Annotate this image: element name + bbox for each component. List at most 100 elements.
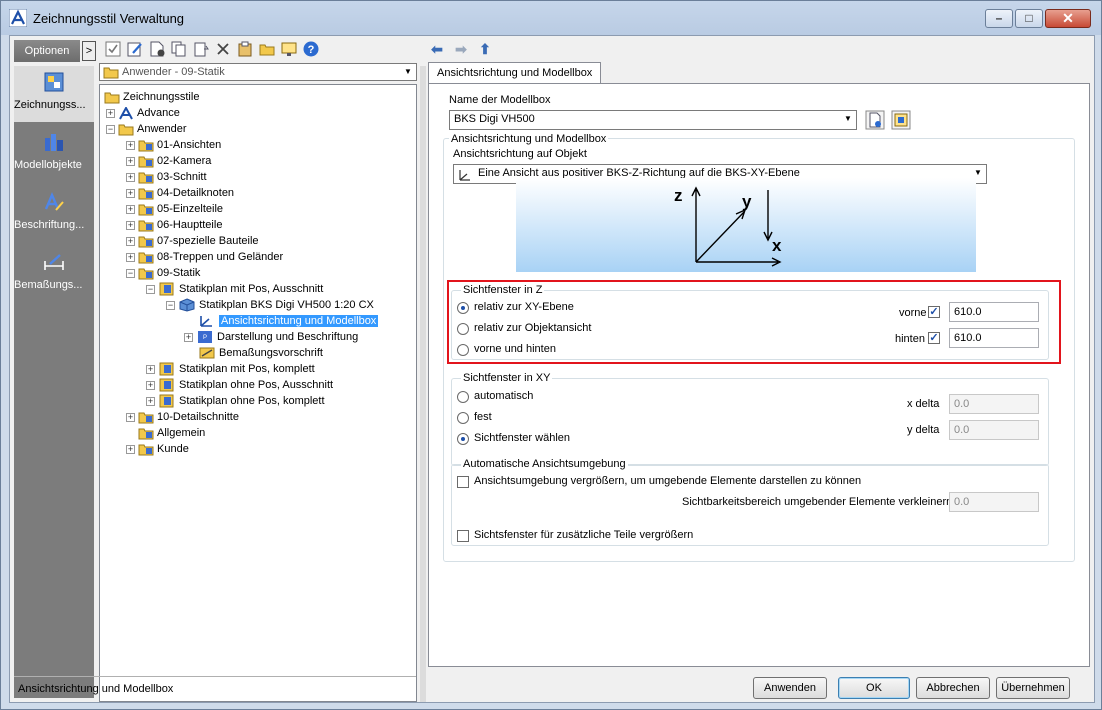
tree-node-style[interactable]: − Statikplan mit Pos, Ausschnitt [146, 281, 323, 297]
style-folder-icon [138, 204, 154, 215]
x-delta-label: x delta [907, 398, 940, 410]
radio-fixed[interactable] [457, 412, 469, 424]
expand-icon[interactable]: + [126, 204, 135, 214]
tree-node-advance[interactable]: + Advance [106, 105, 180, 121]
expand-icon[interactable]: + [126, 220, 135, 230]
check-icon[interactable] [104, 40, 122, 58]
navigation-toolbar: ⬅ ➡ ⬆ [428, 38, 500, 60]
modelbox-settings-icon[interactable] [891, 110, 911, 130]
style-location-select[interactable]: Anwender - 09-Statik ▼ [99, 63, 417, 81]
reduce-visibility-input[interactable]: 0.0 [949, 492, 1039, 512]
expand-icon[interactable]: + [126, 140, 135, 150]
new-modelbox-icon[interactable] [865, 110, 885, 130]
tree-node-label: Advance [137, 107, 180, 119]
options-expand-button[interactable]: > [82, 41, 96, 61]
tree-node-category[interactable]: +10-Detailschnitte [126, 409, 239, 425]
strip-item-drawing-styles[interactable]: Zeichnungss... [14, 66, 94, 122]
style-folder-icon [138, 444, 154, 455]
annotation-icon [44, 191, 64, 211]
tab-view-direction[interactable]: Ansichtsrichtung und Modellbox [428, 62, 602, 84]
copy-icon[interactable] [170, 40, 188, 58]
enlarge-environment-checkbox[interactable] [457, 476, 469, 488]
forward-arrow-icon[interactable]: ➡ [452, 40, 470, 58]
style-tree[interactable]: Zeichnungsstile + Advance − Anwender +01… [99, 84, 417, 702]
tree-node-category[interactable]: +04-Detailknoten [126, 185, 234, 201]
drawing-style-icon [44, 72, 64, 92]
radio-select-viewport[interactable] [457, 433, 469, 445]
collapse-icon[interactable]: − [126, 268, 135, 278]
delete-icon[interactable] [214, 40, 232, 58]
tree-node-view-direction-selected[interactable]: Ansichtsrichtung und Modellbox [198, 313, 379, 329]
ok-button[interactable]: OK [838, 677, 910, 699]
expand-icon[interactable]: + [106, 108, 115, 118]
minimize-button[interactable]: – [985, 9, 1013, 28]
tree-node-label: Allgemein [157, 427, 206, 439]
expand-icon[interactable]: + [184, 332, 193, 342]
x-delta-input[interactable]: 0.0 [949, 394, 1039, 414]
expand-icon[interactable]: + [146, 396, 155, 406]
tree-node-category[interactable]: +03-Schnitt [126, 169, 207, 185]
pane-splitter[interactable] [420, 66, 426, 702]
expand-icon[interactable]: + [126, 444, 135, 454]
strip-item-model-objects[interactable]: Modellobjekte [14, 126, 94, 182]
modelbox-name-select[interactable]: BKS Digi VH500 ▼ [449, 110, 857, 130]
tree-node-anwender[interactable]: − Anwender [106, 121, 187, 137]
expand-icon[interactable]: + [126, 172, 135, 182]
paste-icon[interactable] [192, 40, 210, 58]
tree-node-category[interactable]: +01-Ansichten [126, 137, 221, 153]
collapse-icon[interactable]: − [146, 284, 155, 294]
status-bar: Ansichtsrichtung und Modellbox [14, 676, 416, 696]
radio-automatic[interactable] [457, 391, 469, 403]
clipboard-icon[interactable] [236, 40, 254, 58]
tree-node-category[interactable]: + Kunde [126, 441, 189, 457]
y-delta-input[interactable]: 0.0 [949, 420, 1039, 440]
tree-node-dimension[interactable]: Bemaßungsvorschrift [198, 345, 323, 361]
tree-node-label: Kunde [157, 443, 189, 455]
tree-node-category[interactable]: +06-Hauptteile [126, 217, 222, 233]
strip-label: Modellobjekte [14, 159, 82, 171]
collapse-icon[interactable]: − [166, 300, 175, 310]
apply-and-close-button[interactable]: Übernehmen [996, 677, 1070, 699]
style-icon [159, 282, 174, 296]
cancel-button[interactable]: Abbrechen [916, 677, 990, 699]
tree-node-display[interactable]: + P Darstellung und Beschriftung [184, 329, 358, 345]
tree-node-category[interactable]: Allgemein [138, 425, 205, 441]
expand-icon[interactable]: + [146, 364, 155, 374]
tree-node-style[interactable]: + Statikplan ohne Pos, Ausschnitt [146, 377, 333, 393]
folder-icon[interactable] [258, 40, 276, 58]
tree-node-label: 04-Detailknoten [157, 187, 235, 199]
expand-icon[interactable]: + [126, 188, 135, 198]
expand-icon[interactable]: + [126, 236, 135, 246]
tree-node-category[interactable]: +02-Kamera [126, 153, 211, 169]
strip-item-dimension[interactable]: Bemaßungs... [14, 246, 94, 302]
tree-node-label: 07-spezielle Bauteile [157, 235, 259, 247]
title-bar[interactable]: Zeichnungsstil Verwaltung – □ ✕ [1, 1, 1101, 35]
tree-node-style[interactable]: − Statikplan BKS Digi VH500 1:20 CX [166, 297, 374, 313]
up-arrow-icon[interactable]: ⬆ [476, 40, 494, 58]
edit-icon[interactable] [126, 40, 144, 58]
tree-node-category-statik[interactable]: − 09-Statik [126, 265, 200, 281]
reduce-visibility-label: Sichtbarkeitsbereich umgebender Elemente… [682, 496, 953, 508]
new-document-icon[interactable] [148, 40, 166, 58]
collapse-icon[interactable]: − [106, 124, 115, 134]
radio-label: automatisch [474, 390, 534, 402]
tree-node-category[interactable]: +07-spezielle Bauteile [126, 233, 259, 249]
tree-node-root[interactable]: Zeichnungsstile [104, 89, 199, 105]
apply-button[interactable]: Anwenden [753, 677, 827, 699]
tree-node-style[interactable]: + Statikplan ohne Pos, komplett [146, 393, 325, 409]
tree-node-style[interactable]: + Statikplan mit Pos, komplett [146, 361, 315, 377]
strip-item-annotation[interactable]: Beschriftung... [14, 186, 94, 242]
back-arrow-icon[interactable]: ⬅ [428, 40, 446, 58]
options-button[interactable]: Optionen [14, 40, 80, 62]
enlarge-extra-parts-checkbox[interactable] [457, 530, 469, 542]
expand-icon[interactable]: + [146, 380, 155, 390]
close-button[interactable]: ✕ [1045, 9, 1091, 28]
display-icon[interactable] [280, 40, 298, 58]
maximize-button[interactable]: □ [1015, 9, 1043, 28]
tree-node-category[interactable]: +08-Treppen und Geländer [126, 249, 283, 265]
expand-icon[interactable]: + [126, 252, 135, 262]
expand-icon[interactable]: + [126, 412, 135, 422]
tree-node-category[interactable]: +05-Einzelteile [126, 201, 223, 217]
help-icon[interactable]: ? [302, 40, 320, 58]
expand-icon[interactable]: + [126, 156, 135, 166]
